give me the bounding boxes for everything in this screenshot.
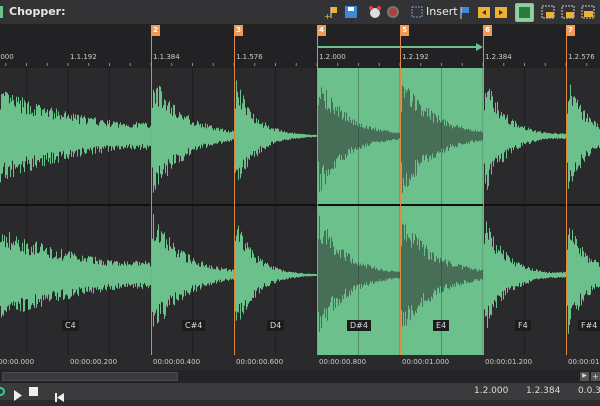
ruler-label: 1.1.192: [70, 53, 97, 61]
next-segment-icon[interactable]: [494, 5, 509, 20]
svg-text:+: +: [324, 12, 331, 20]
selection-length: 0.0.384: [578, 386, 600, 396]
marker-line[interactable]: [317, 36, 318, 355]
loop-icon[interactable]: [0, 387, 5, 396]
selection-end: 1.2.384: [526, 386, 561, 396]
waveform: [0, 80, 600, 334]
slice-1-icon[interactable]: [541, 5, 556, 20]
marker-line[interactable]: [483, 36, 484, 355]
add-marker-icon[interactable]: +: [324, 5, 339, 21]
time-label: 00:00:00.000: [0, 358, 35, 366]
insert-label[interactable]: Insert: [426, 5, 458, 18]
segment-note-label: D#4: [347, 320, 371, 331]
marker-line[interactable]: [400, 36, 401, 355]
time-label: 00:00:01.000: [402, 358, 450, 366]
segment-note-label: F4: [515, 320, 531, 331]
ruler-label: 1.2.384: [485, 53, 512, 61]
time-label: 00:00:00.200: [70, 358, 118, 366]
time-label: 00:00:00.800: [319, 358, 367, 366]
waveform-display[interactable]: [0, 68, 600, 355]
segment-note-label: C#4: [182, 320, 206, 331]
play-button[interactable]: [13, 386, 23, 405]
slice-2-icon[interactable]: [561, 5, 576, 20]
ruler-label: 1.1.000: [0, 53, 14, 61]
marker-line[interactable]: [234, 36, 235, 355]
slice-3-icon[interactable]: [581, 5, 596, 20]
stop-button[interactable]: [29, 387, 38, 396]
segment-note-label: D4: [267, 320, 285, 331]
marker-line[interactable]: [151, 36, 152, 355]
scroll-right-button[interactable]: ▶: [580, 372, 589, 381]
time-label: 00:00:00.600: [236, 358, 284, 366]
insert-icon[interactable]: [410, 5, 425, 20]
marker-flag-3[interactable]: 3: [234, 25, 243, 36]
transport-bar: 1.2.000 1.2.384 0.0.384: [0, 383, 600, 402]
marker-flag-4[interactable]: 4: [317, 25, 326, 36]
panel-title: Chopper:: [9, 5, 66, 18]
segment-note-label: C4: [62, 320, 79, 331]
record-icon[interactable]: [386, 5, 401, 20]
time-label: 00:00:01.200: [485, 358, 533, 366]
segment-note-label: E4: [433, 320, 450, 331]
time-label: 00:00:01.4: [568, 358, 600, 366]
marker-flag-5[interactable]: 5: [400, 25, 409, 36]
segment-note-label: F#4: [578, 320, 600, 331]
zoom-in-button[interactable]: +: [591, 372, 600, 381]
marker-flag-2[interactable]: 2: [151, 25, 160, 36]
ruler-label: 1.2.576: [568, 53, 595, 61]
selection-range-arrowhead: [476, 43, 483, 51]
toolbar: Chopper: + Insert: [0, 0, 600, 25]
prev-segment-icon[interactable]: [477, 5, 492, 20]
save-icon[interactable]: [344, 5, 359, 20]
alarm-icon[interactable]: [368, 5, 383, 20]
panel-indicator: [0, 6, 3, 18]
chop-active-icon[interactable]: [515, 3, 534, 22]
ruler-label: 1.1.384: [153, 53, 180, 61]
scrollbar-thumb[interactable]: [2, 372, 178, 381]
marker-flag-7[interactable]: 7: [566, 25, 575, 36]
time-label: 00:00:00.400: [153, 358, 201, 366]
ruler-label: 1.2.192: [402, 53, 429, 61]
selection-start: 1.2.000: [474, 386, 509, 396]
ruler-label: 1.2.000: [319, 53, 346, 61]
marker-flag-6[interactable]: 6: [483, 25, 492, 36]
marker-line[interactable]: [566, 36, 567, 355]
bar-beat-ruler[interactable]: [0, 25, 600, 68]
flag-icon[interactable]: [458, 5, 473, 20]
ruler-label: 1.1.576: [236, 53, 263, 61]
go-to-start-button[interactable]: [55, 387, 64, 406]
